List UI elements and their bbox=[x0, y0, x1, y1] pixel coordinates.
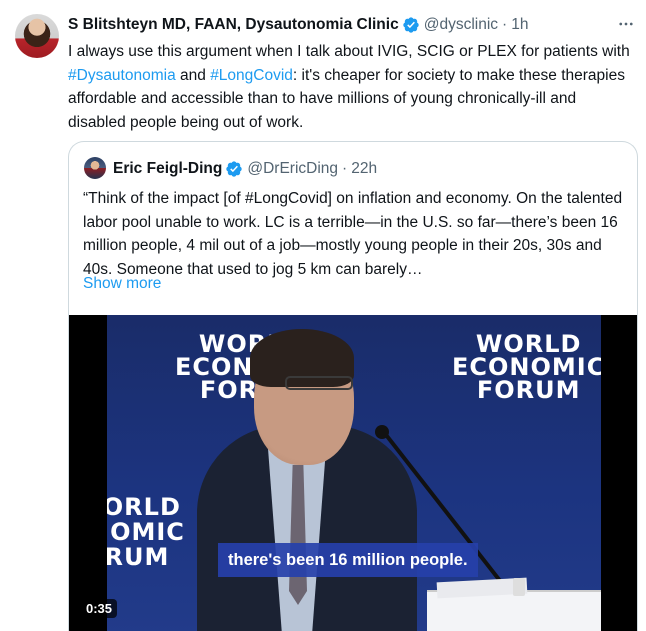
hashtag-link-dysautonomia[interactable]: #Dysautonomia bbox=[68, 67, 176, 84]
author-handle[interactable]: @dysclinic bbox=[424, 16, 498, 34]
separator-dot: · bbox=[342, 160, 348, 177]
wef-logo-line: FORUM bbox=[476, 376, 581, 404]
quoted-tweet-text: “Think of the impact [of #LongCovid] on … bbox=[83, 190, 623, 278]
hashtag-link-longcovid[interactable]: #LongCovid bbox=[210, 67, 293, 84]
tweet[interactable]: S Blitshteyn MD, FAAN, Dysautonomia Clin… bbox=[0, 0, 646, 631]
tweet-header: S Blitshteyn MD, FAAN, Dysautonomia Clin… bbox=[68, 15, 528, 35]
tweet-text: I always use this argument when I talk a… bbox=[68, 40, 636, 134]
speaker-glasses bbox=[285, 376, 353, 390]
wef-logo-bottom: /ORLD NOMIC RUM bbox=[107, 495, 185, 570]
wef-logo-line: NOMIC bbox=[107, 518, 185, 546]
quoted-author-handle[interactable]: @DrEricDing bbox=[247, 160, 338, 178]
video-player[interactable]: WORLD ECONOMIC FORUM WORLD ECONOMIC FORU… bbox=[69, 315, 637, 631]
tweet-text-part: I always use this argument when I talk a… bbox=[68, 43, 630, 60]
more-horizontal-icon bbox=[619, 22, 633, 26]
quoted-author-avatar[interactable] bbox=[84, 157, 106, 179]
wef-logo-line: /ORLD bbox=[107, 493, 181, 521]
separator-dot: · bbox=[502, 16, 508, 33]
tweet-timestamp[interactable]: 1h bbox=[511, 16, 528, 34]
wef-logo-right: WORLD ECONOMIC FORUM bbox=[452, 332, 601, 404]
author-avatar[interactable] bbox=[15, 14, 59, 58]
verified-badge-icon bbox=[403, 17, 419, 33]
video-duration-badge: 0:35 bbox=[81, 599, 118, 618]
quoted-tweet-header: Eric Feigl-Ding @DrEricDing · 22h bbox=[113, 158, 377, 180]
cup-icon bbox=[513, 578, 525, 596]
quoted-author-name[interactable]: Eric Feigl-Ding bbox=[113, 160, 222, 178]
quoted-tweet-timestamp[interactable]: 22h bbox=[351, 160, 377, 178]
video-frame: WORLD ECONOMIC FORUM WORLD ECONOMIC FORU… bbox=[107, 315, 601, 631]
quoted-tweet[interactable]: Eric Feigl-Ding @DrEricDing · 22h “Think… bbox=[68, 141, 638, 631]
verified-badge-icon bbox=[226, 161, 243, 177]
author-name[interactable]: S Blitshteyn MD, FAAN, Dysautonomia Clin… bbox=[68, 16, 399, 34]
wef-logo-line: RUM bbox=[107, 543, 170, 571]
video-caption: there's been 16 million people. bbox=[218, 543, 478, 577]
show-more-link[interactable]: Show more bbox=[83, 275, 161, 293]
microphone-icon bbox=[375, 425, 389, 439]
more-options-button[interactable] bbox=[615, 14, 637, 34]
tweet-text-part: and bbox=[175, 66, 211, 84]
